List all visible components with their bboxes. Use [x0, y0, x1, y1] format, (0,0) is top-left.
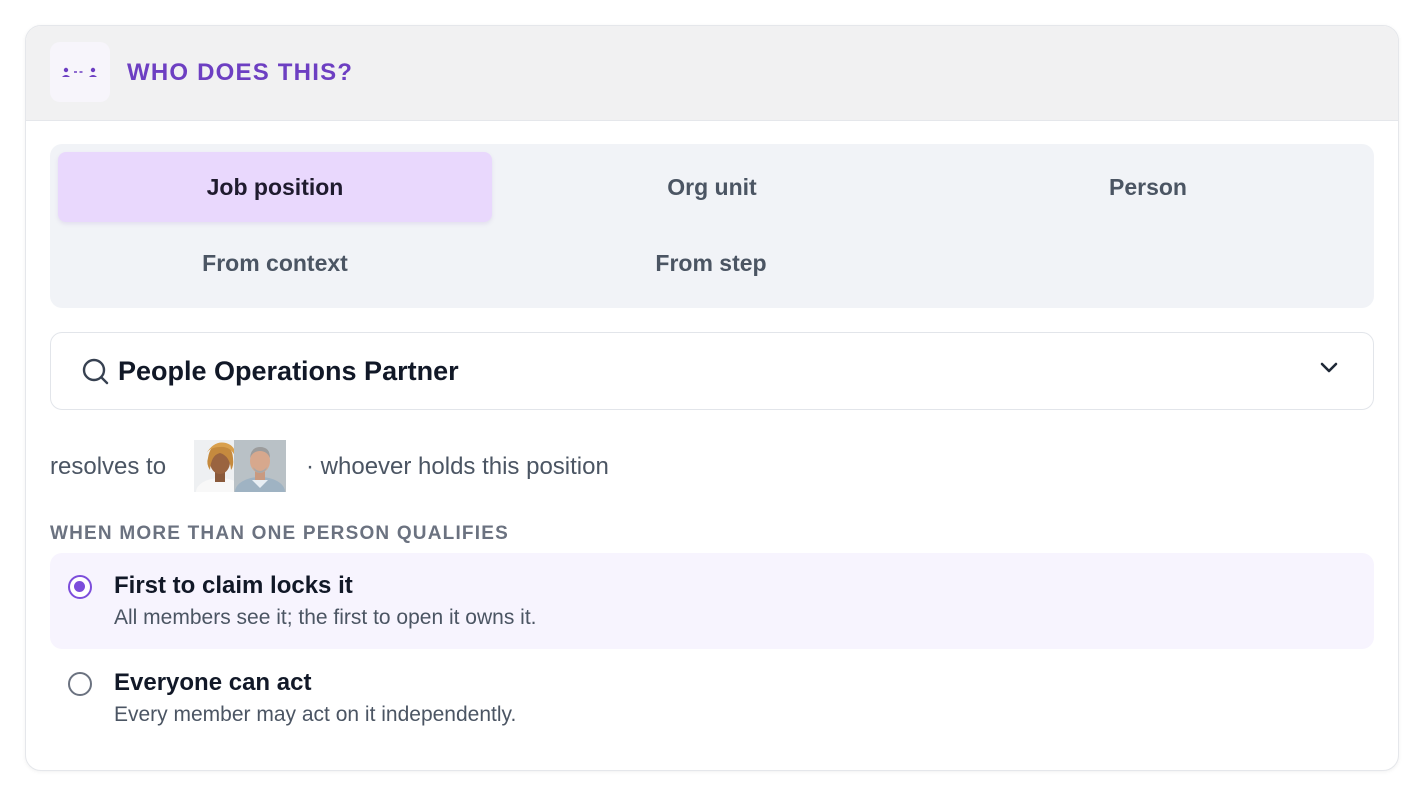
option-description: Every member may act on it independently… [114, 703, 517, 726]
radio-unselected-icon[interactable] [68, 672, 92, 696]
selected-position: People Operations Partner [118, 356, 459, 386]
resolves-description: · whoever holds this position [306, 453, 609, 480]
option-title: First to claim locks it [114, 572, 353, 599]
card-title: WHO DOES THIS? [127, 59, 354, 86]
tab-person[interactable]: Person [931, 152, 1365, 222]
tab-from-step[interactable]: From step [494, 228, 928, 298]
assignee-card: WHO DOES THIS? Job position Org unit Per… [25, 25, 1399, 771]
option-everyone-can-act[interactable]: Everyone can act Every member may act on… [50, 650, 1374, 746]
position-select[interactable]: People Operations Partner [50, 332, 1374, 410]
radio-selected-icon[interactable] [68, 575, 92, 599]
resolves-label: resolves to [50, 453, 167, 480]
search-icon [81, 357, 111, 392]
avatar [234, 440, 286, 492]
resolves-row: resolves to · whoever holds this positio… [50, 440, 950, 492]
chevron-down-icon [1319, 361, 1339, 380]
assignee-flow-icon [50, 42, 110, 102]
assignee-type-tabs: Job position Org unit Person From contex… [50, 144, 1374, 308]
option-title: Everyone can act [114, 669, 312, 696]
option-description: All members see it; the first to open it… [114, 606, 537, 629]
section-label: WHEN MORE THAN ONE PERSON QUALIFIES [50, 523, 509, 544]
option-first-to-claim[interactable]: First to claim locks it All members see … [50, 553, 1374, 649]
card-header: WHO DOES THIS? [26, 26, 1398, 121]
tab-from-context[interactable]: From context [58, 228, 492, 298]
tab-job-position[interactable]: Job position [58, 152, 492, 222]
tab-org-unit[interactable]: Org unit [495, 152, 929, 222]
